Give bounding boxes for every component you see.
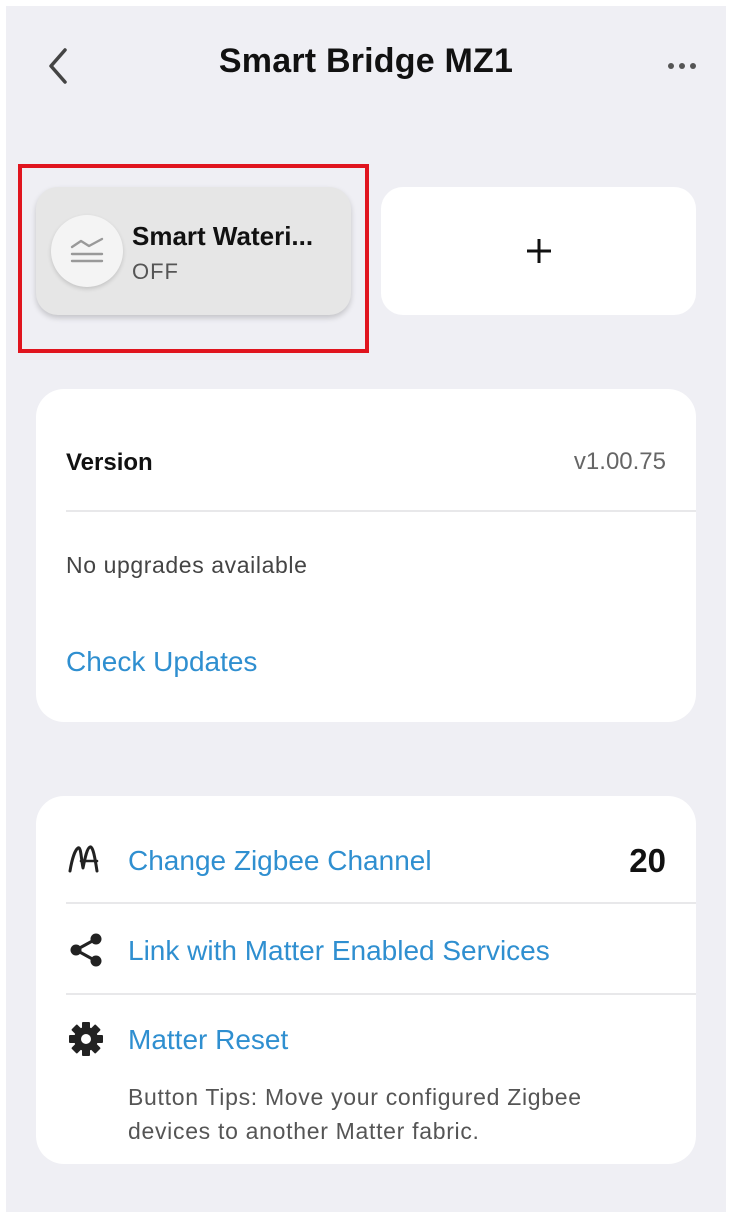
page-title: Smart Bridge MZ1 <box>218 42 514 80</box>
more-options-button[interactable] <box>658 50 706 82</box>
device-name: Smart Wateri... <box>132 221 314 251</box>
matter-reset-link[interactable]: Matter Reset <box>128 1024 288 1056</box>
app-screen: Smart Bridge MZ1 Smart Wateri... OFF Ver… <box>6 6 726 1212</box>
version-label: Version <box>66 449 153 476</box>
plus-icon <box>526 239 551 263</box>
divider <box>66 510 696 512</box>
version-card: Version v1.00.75 No upgrades available C… <box>36 389 696 722</box>
header: Smart Bridge MZ1 <box>6 6 726 126</box>
device-status: OFF <box>132 259 179 284</box>
divider <box>66 902 696 904</box>
add-device-button[interactable] <box>381 187 696 315</box>
device-icon-button[interactable] <box>51 215 123 287</box>
zigbee-channel-value: 20 <box>629 842 666 879</box>
upgrade-status-text: No upgrades available <box>66 552 308 578</box>
divider <box>66 993 696 995</box>
share-icon <box>66 930 106 970</box>
check-updates-link[interactable]: Check Updates <box>66 646 257 678</box>
water-level-icon <box>70 237 104 263</box>
gear-icon <box>66 1019 106 1059</box>
zigbee-icon <box>66 839 106 879</box>
settings-card: Change Zigbee Channel 20 Link with Matte… <box>36 796 696 1164</box>
version-value: v1.00.75 <box>573 448 666 475</box>
button-tips-text: Button Tips: Move your configured Zigbee… <box>128 1084 582 1144</box>
device-card[interactable]: Smart Wateri... OFF <box>36 187 351 315</box>
change-zigbee-channel-link[interactable]: Change Zigbee Channel <box>128 845 432 877</box>
more-horizontal-icon <box>668 63 674 69</box>
link-matter-services-link[interactable]: Link with Matter Enabled Services <box>128 935 550 967</box>
